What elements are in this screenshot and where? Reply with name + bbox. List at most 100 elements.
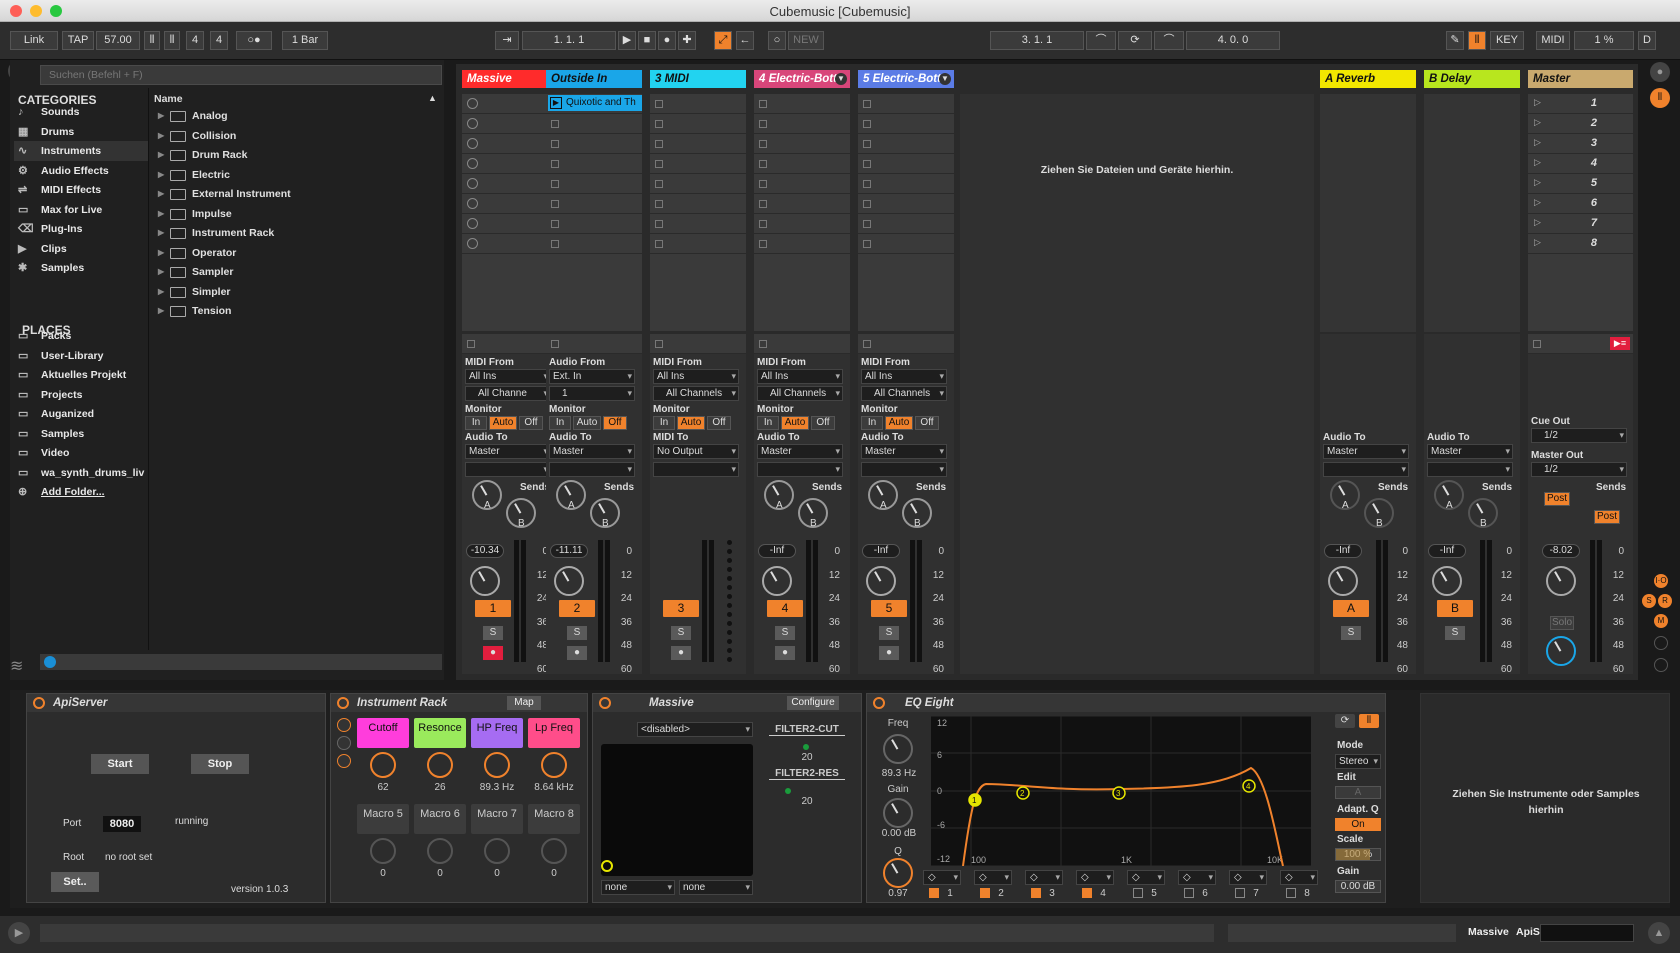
scene-launch[interactable]: ▷ 3 (1528, 134, 1633, 154)
category-plug-ins[interactable]: ⌫ Plug-Ins (14, 219, 148, 239)
configure-button[interactable]: Configure (787, 696, 839, 710)
master-track-header[interactable]: Master (1528, 70, 1633, 88)
track-header[interactable]: ▼ 5 Electric-Bott (858, 70, 954, 88)
macro-label[interactable]: Macro 7 (471, 804, 523, 834)
output-channel-menu[interactable] (465, 462, 551, 477)
monitor-in-button[interactable]: In (757, 416, 779, 430)
expand-arrow-icon[interactable]: ▶ (158, 106, 164, 126)
browser-item[interactable]: ▶ Sampler (158, 262, 233, 282)
return-track-header[interactable]: B Delay (1424, 70, 1520, 88)
pan-knob[interactable] (1432, 566, 1462, 596)
macro-knob[interactable] (541, 752, 567, 778)
band-enable-toggle[interactable] (1184, 888, 1194, 898)
return-activator[interactable]: A (1333, 600, 1369, 617)
band-filter-type-menu[interactable]: ◇ (1025, 870, 1063, 885)
track-header[interactable]: Massive (462, 70, 558, 88)
clip-slot[interactable] (858, 214, 954, 234)
monitor-off-button[interactable]: Off (915, 416, 939, 430)
eq-spectrum-icon[interactable]: ⟳ (1335, 714, 1355, 728)
fold-icon[interactable]: ▼ (835, 73, 847, 85)
clip[interactable]: Quixotic and Th (548, 95, 642, 111)
device-overview[interactable] (1540, 924, 1634, 942)
add-icon[interactable]: ✚ (678, 31, 696, 50)
category-audio-effects[interactable]: ⚙ Audio Effects (14, 161, 148, 181)
xy-handle[interactable] (601, 860, 613, 872)
macro-value[interactable]: 0 (471, 868, 523, 879)
master-volume[interactable]: -8.02 (1542, 544, 1580, 558)
clip-slot[interactable] (462, 234, 558, 254)
scene-play-icon[interactable]: ▷ (1534, 197, 1541, 208)
param1-value[interactable]: 20 (769, 752, 845, 763)
freq-knob[interactable] (883, 734, 913, 764)
scene-play-icon[interactable]: ▷ (1534, 217, 1541, 228)
expand-arrow-icon[interactable]: ▶ (158, 165, 164, 185)
arm-button-icon[interactable]: ● (879, 646, 899, 660)
xy-pad[interactable] (601, 744, 753, 876)
eq-band-handle[interactable]: 2 (1016, 786, 1030, 800)
expand-arrow-icon[interactable]: ▶ (158, 243, 164, 263)
channel-menu[interactable]: All Channels (653, 386, 739, 401)
automation-arm-icon[interactable]: ⤢ (714, 31, 732, 50)
clip-slot[interactable] (650, 154, 746, 174)
scene-launch[interactable]: ▷ 7 (1528, 214, 1633, 234)
clip-play-icon[interactable]: ▶ (550, 97, 562, 109)
expand-arrow-icon[interactable]: ▶ (158, 126, 164, 146)
clip-slot[interactable] (858, 154, 954, 174)
clip-slot[interactable] (650, 194, 746, 214)
macro-knob[interactable] (370, 752, 396, 778)
rack-power-icon[interactable] (337, 697, 349, 709)
new-button[interactable]: NEW (788, 31, 824, 50)
output-channel-menu[interactable] (861, 462, 947, 477)
macro-knob[interactable] (484, 838, 510, 864)
band-enable-toggle[interactable] (1286, 888, 1296, 898)
output-menu[interactable]: Master (1427, 444, 1513, 459)
browser-item[interactable]: ▶ Drum Rack (158, 145, 247, 165)
solo-button[interactable]: S (483, 626, 503, 640)
none-menu-1[interactable]: none (601, 880, 675, 895)
clip-slot[interactable] (754, 134, 850, 154)
output-gain-field[interactable]: 0.00 dB (1335, 880, 1381, 893)
empty-slot-area[interactable] (462, 254, 558, 332)
record-icon[interactable]: ● (658, 31, 676, 50)
punch-out-icon[interactable]: ⌒ (1154, 31, 1184, 50)
midi-map-button[interactable]: MIDI (1536, 31, 1570, 50)
track-header[interactable]: 3 MIDI (650, 70, 746, 88)
band-enable-toggle[interactable] (980, 888, 990, 898)
crossfader-toggle-icon[interactable] (1654, 658, 1668, 672)
macro-label[interactable]: Lp Freq (528, 718, 580, 748)
expand-arrow-icon[interactable]: ▶ (158, 184, 164, 204)
info-toggle-icon[interactable]: ▶ (8, 922, 30, 944)
clip-stop-slot[interactable] (546, 334, 642, 354)
loop-icon[interactable]: ⟳ (1118, 31, 1152, 50)
pan-knob[interactable] (554, 566, 584, 596)
current-device-name[interactable]: Massive (1468, 926, 1509, 938)
tempo-field[interactable]: 57.00 (96, 31, 140, 50)
scene-play-icon[interactable]: ▷ (1534, 177, 1541, 188)
macro-label[interactable]: Resonce (414, 718, 466, 748)
master-out-menu[interactable]: 1/2 (1531, 462, 1627, 477)
arm-button-icon[interactable]: ● (567, 646, 587, 660)
macro-knob[interactable] (541, 838, 567, 864)
clip-slot[interactable] (546, 174, 642, 194)
browser-item[interactable]: ▶ External Instrument (158, 184, 291, 204)
macro-label[interactable]: HP Freq (471, 718, 523, 748)
arm-button-icon[interactable]: ● (671, 646, 691, 660)
freq-value[interactable]: 89.3 Hz (871, 768, 927, 779)
expand-arrow-icon[interactable]: ▶ (158, 262, 164, 282)
output-menu[interactable]: No Output (653, 444, 739, 459)
metronome-icon[interactable]: ○● (236, 31, 272, 50)
clip-slot[interactable] (858, 134, 954, 154)
clip-slot[interactable] (462, 194, 558, 214)
arm-button-icon[interactable]: ● (483, 646, 503, 660)
expand-arrow-icon[interactable]: ▶ (158, 301, 164, 321)
cue-volume-knob[interactable] (1546, 636, 1576, 666)
input-menu[interactable]: All Ins (465, 369, 551, 384)
band-enable-toggle[interactable] (1235, 888, 1245, 898)
q-value[interactable]: 0.97 (873, 888, 923, 899)
set-root-button[interactable]: Set.. (51, 872, 99, 892)
monitor-off-button[interactable]: Off (811, 416, 835, 430)
session-record-icon[interactable]: ○ (768, 31, 786, 50)
output-channel-menu[interactable] (757, 462, 843, 477)
band-enable-toggle[interactable] (1133, 888, 1143, 898)
clip-slot[interactable] (462, 174, 558, 194)
